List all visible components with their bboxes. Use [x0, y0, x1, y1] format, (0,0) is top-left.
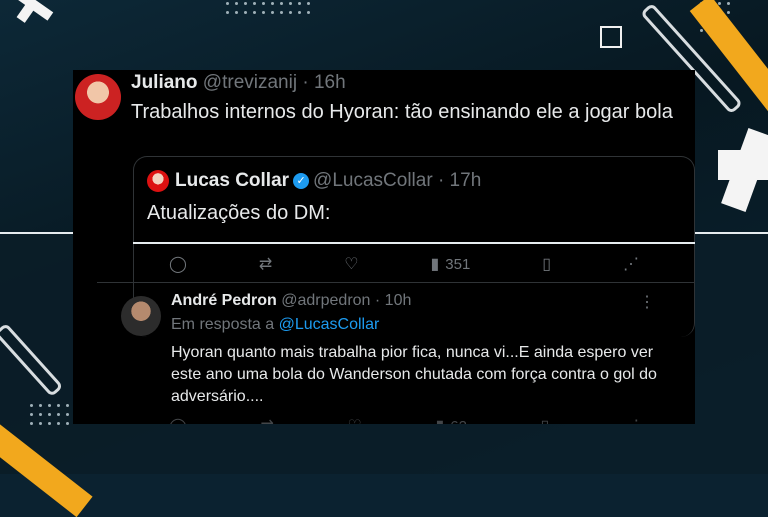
retweet-icon: ⇄	[258, 255, 273, 273]
quoted-header: Lucas Collar ✓ @LucasCollar · 17h	[175, 170, 481, 192]
reply-prefix: Em resposta a	[171, 316, 275, 333]
verified-icon: ✓	[293, 173, 310, 189]
like-icon: ♡	[344, 255, 359, 273]
reply-text: Hyoran quanto mais trabalha pior fica, n…	[171, 344, 657, 405]
share-icon: ⋰	[623, 418, 639, 424]
reply-to-link[interactable]: @LucasCollar	[279, 316, 380, 333]
tweet-header: Juliano @trevizanij · 16h	[131, 72, 346, 94]
divider-line	[695, 232, 768, 234]
share-button[interactable]: ⋰	[623, 418, 639, 424]
author-handle[interactable]: @adrpedron	[281, 292, 370, 309]
views-button[interactable]: ▮ 62	[435, 418, 467, 424]
views-count: 62	[450, 418, 467, 424]
bookmark-button[interactable]: ▯	[541, 418, 550, 424]
avatar[interactable]	[121, 296, 161, 336]
reply-header: André Pedron @adrpedron · 10h	[171, 292, 411, 310]
avatar	[147, 170, 169, 192]
reply-icon: ◯	[169, 255, 187, 273]
author-name: Lucas Collar	[175, 170, 290, 191]
author-name[interactable]: André Pedron	[171, 292, 277, 309]
retweet-button[interactable]: ⇄	[259, 256, 272, 273]
retweet-icon: ⇄	[261, 418, 274, 424]
divider-line	[133, 242, 695, 244]
reply-context: Em resposta a @LucasCollar	[171, 316, 379, 334]
avatar[interactable]	[75, 74, 121, 120]
author-handle: @LucasCollar	[313, 170, 433, 191]
bookmark-button[interactable]: ▯	[542, 256, 551, 273]
reply-icon: ◯	[169, 418, 187, 424]
tweet-time: · 17h	[437, 170, 482, 191]
tweet-time[interactable]: · 16h	[302, 72, 345, 93]
author-handle[interactable]: @trevizanij	[203, 72, 297, 93]
dot-grid	[226, 2, 310, 14]
more-icon[interactable]: ⋮	[639, 292, 655, 312]
bookmark-icon: ▯	[542, 255, 552, 273]
reply-button[interactable]: ◯	[169, 418, 187, 424]
reply-button[interactable]: ◯	[169, 256, 187, 273]
like-button[interactable]: ♡	[344, 256, 358, 273]
views-icon: ▮	[430, 255, 440, 273]
tweet-time[interactable]: · 10h	[375, 292, 411, 309]
bookmark-icon: ▯	[541, 418, 550, 424]
tweet-text: Trabalhos internos do Hyoran: tão ensina…	[131, 101, 673, 123]
dot-grid	[30, 404, 69, 425]
tweet-card: Juliano @trevizanij · 16h Trabalhos inte…	[73, 70, 695, 424]
views-icon: ▮	[435, 418, 444, 424]
like-icon: ♡	[348, 418, 362, 424]
reply-actions: ◯ ⇄ ♡ ▮ 62 ▯ ⋰	[169, 418, 639, 424]
tweet-actions: ◯ ⇄ ♡ ▮ 351 ▯ ⋰	[169, 256, 639, 273]
like-button[interactable]: ♡	[348, 418, 362, 424]
views-count: 351	[445, 256, 471, 273]
divider-line	[0, 232, 73, 234]
square-decoration	[600, 26, 622, 48]
divider-line	[97, 282, 695, 283]
quoted-text: Atualizações do DM:	[147, 202, 331, 224]
author-name[interactable]: Juliano	[131, 72, 198, 93]
share-button[interactable]: ⋰	[623, 256, 639, 273]
retweet-button[interactable]: ⇄	[261, 418, 274, 424]
views-button[interactable]: ▮ 351	[430, 256, 470, 273]
share-icon: ⋰	[623, 255, 639, 273]
